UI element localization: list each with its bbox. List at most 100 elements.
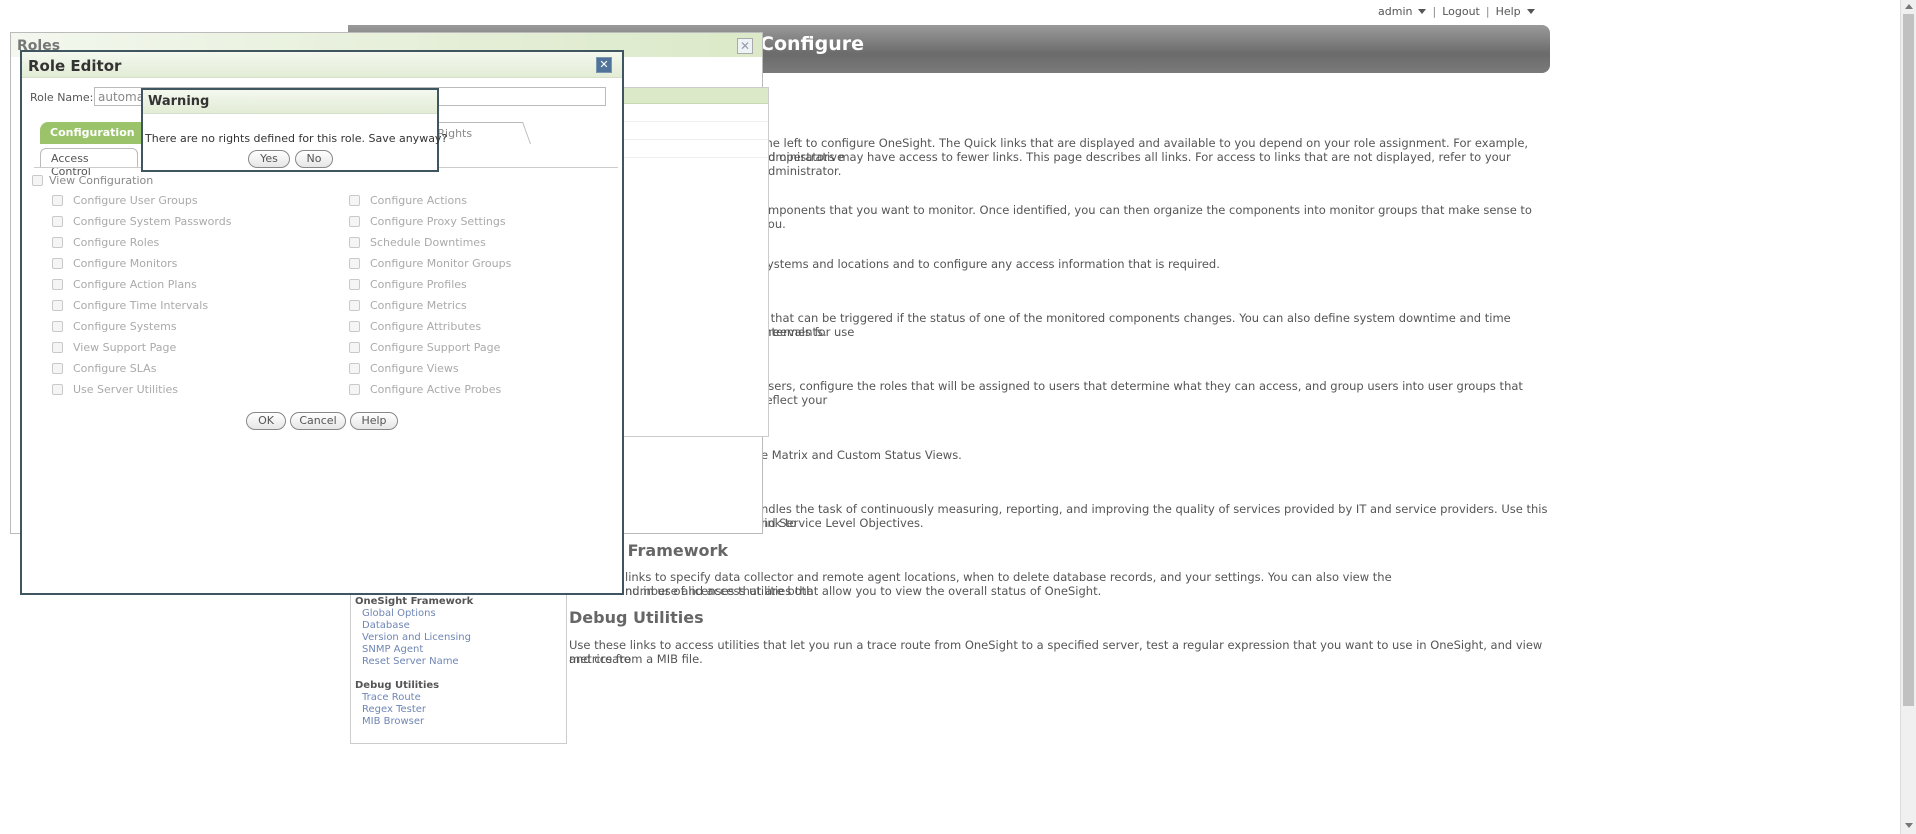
dialog-title: Warning [148,94,210,109]
checkbox[interactable] [52,237,63,248]
right-configure-views[interactable]: Configure Views [349,362,459,375]
view-configuration-label: View Configuration [49,174,154,187]
cancel-button[interactable]: Cancel [290,412,346,430]
vertical-scrollbar[interactable] [1900,0,1916,834]
right-view-support-page[interactable]: View Support Page [52,341,176,354]
section-heading: Debug Utilities [569,608,704,627]
close-icon[interactable]: ✕ [737,38,753,54]
dialog-title: Role Editor [28,57,122,75]
table-row[interactable] [618,104,768,122]
checkbox[interactable] [349,216,360,227]
checkbox[interactable] [52,363,63,374]
right-label: Configure Monitors [73,257,178,270]
checkbox[interactable] [349,363,360,374]
table-row[interactable] [618,140,768,158]
no-button[interactable]: No [295,150,333,168]
description-text: nd Service Level Objectives. [761,516,924,530]
scroll-up-icon[interactable] [1905,4,1913,9]
nav-link-global-options[interactable]: Global Options [362,608,436,619]
checkbox[interactable] [349,195,360,206]
right-configure-system-passwords[interactable]: Configure System Passwords [52,215,231,228]
right-label: Configure Actions [370,194,467,207]
right-configure-monitor-groups[interactable]: Configure Monitor Groups [349,257,511,270]
right-configure-proxy-settings[interactable]: Configure Proxy Settings [349,215,506,228]
right-configure-metrics[interactable]: Configure Metrics [349,299,467,312]
nav-link-mib-browser[interactable]: MIB Browser [362,716,424,727]
close-icon[interactable]: ✕ [596,57,612,73]
right-configure-actions[interactable]: Configure Actions [349,194,467,207]
right-label: Configure Action Plans [73,278,197,291]
help-button[interactable]: Help [350,412,398,430]
checkbox[interactable] [52,342,63,353]
logout-link[interactable]: Logout [1442,5,1480,18]
nav-link-database[interactable]: Database [362,620,410,631]
yes-button[interactable]: Yes [248,150,290,168]
help-menu[interactable]: Help [1496,5,1535,18]
chevron-down-icon [1418,9,1427,14]
right-label: View Support Page [73,341,177,354]
right-label: Configure Metrics [370,299,467,312]
nav-link-regex-tester[interactable]: Regex Tester [362,704,426,715]
checkbox[interactable] [52,195,63,206]
right-configure-systems[interactable]: Configure Systems [52,320,177,333]
checkbox[interactable] [349,321,360,332]
right-label: Configure Time Intervals [73,299,209,312]
right-schedule-downtimes[interactable]: Schedule Downtimes [349,236,486,249]
nav-link-trace-route[interactable]: Trace Route [362,692,421,703]
right-configure-time-intervals[interactable]: Configure Time Intervals [52,299,208,312]
right-configure-attributes[interactable]: Configure Attributes [349,320,481,333]
checkbox[interactable] [52,279,63,290]
user-toolbar: admin | Logout | Help [1378,2,1535,20]
nav-link-version-licensing[interactable]: Version and Licensing [362,632,471,643]
right-configure-active-probes[interactable]: Configure Active Probes [349,383,501,396]
warning-message: There are no rights defined for this rol… [145,132,448,145]
scroll-down-icon[interactable] [1905,823,1913,828]
right-configure-support-page[interactable]: Configure Support Page [349,341,500,354]
nav-link-reset-server-name[interactable]: Reset Server Name [362,656,459,667]
view-configuration-checkbox[interactable] [32,175,43,186]
description-text: users, configure the roles that will be … [761,379,1523,407]
right-label: Configure Active Probes [370,383,502,396]
description-text: systems and locations and to configure a… [761,257,1220,271]
right-label: Configure Proxy Settings [370,215,506,228]
checkbox[interactable] [349,279,360,290]
chevron-down-icon [1526,9,1535,14]
right-configure-user-groups[interactable]: Configure User Groups [52,194,198,207]
right-configure-roles[interactable]: Configure Roles [52,236,159,249]
right-configure-slas[interactable]: Configure SLAs [52,362,156,375]
right-label: Configure Monitor Groups [370,257,512,270]
description-text: nd in use and access utilities that allo… [625,584,1102,598]
table-header [618,88,768,104]
ok-button[interactable]: OK [246,412,286,430]
right-configure-action-plans[interactable]: Configure Action Plans [52,278,197,291]
right-label: Configure Views [370,362,459,375]
right-label: Configure User Groups [73,194,198,207]
checkbox[interactable] [349,237,360,248]
checkbox[interactable] [349,300,360,311]
checkbox[interactable] [349,258,360,269]
right-use-server-utilities[interactable]: Use Server Utilities [52,383,178,396]
nav-link-snmp-agent[interactable]: SNMP Agent [362,644,423,655]
roles-table [617,87,769,437]
checkbox[interactable] [52,258,63,269]
checkbox[interactable] [52,216,63,227]
scrollbar-thumb[interactable] [1903,14,1914,706]
checkbox[interactable] [349,342,360,353]
right-label: Configure Profiles [370,278,467,291]
view-configuration-option[interactable]: View Configuration [32,174,153,187]
tab-access-control[interactable]: Access Control [40,148,138,178]
checkbox[interactable] [349,384,360,395]
right-label: Configure SLAs [73,362,157,375]
checkbox[interactable] [52,321,63,332]
nav-group-title: OneSight Framework [355,596,474,607]
separator: | [1432,4,1437,18]
right-configure-monitors[interactable]: Configure Monitors [52,257,177,270]
checkbox[interactable] [52,300,63,311]
description-text: e Matrix and Custom Status Views. [761,448,962,462]
checkbox[interactable] [52,384,63,395]
user-menu[interactable]: admin [1378,5,1427,18]
right-label: Configure Support Page [370,341,501,354]
right-configure-profiles[interactable]: Configure Profiles [349,278,467,291]
right-label: Configure Roles [73,236,160,249]
table-row[interactable] [618,122,768,140]
